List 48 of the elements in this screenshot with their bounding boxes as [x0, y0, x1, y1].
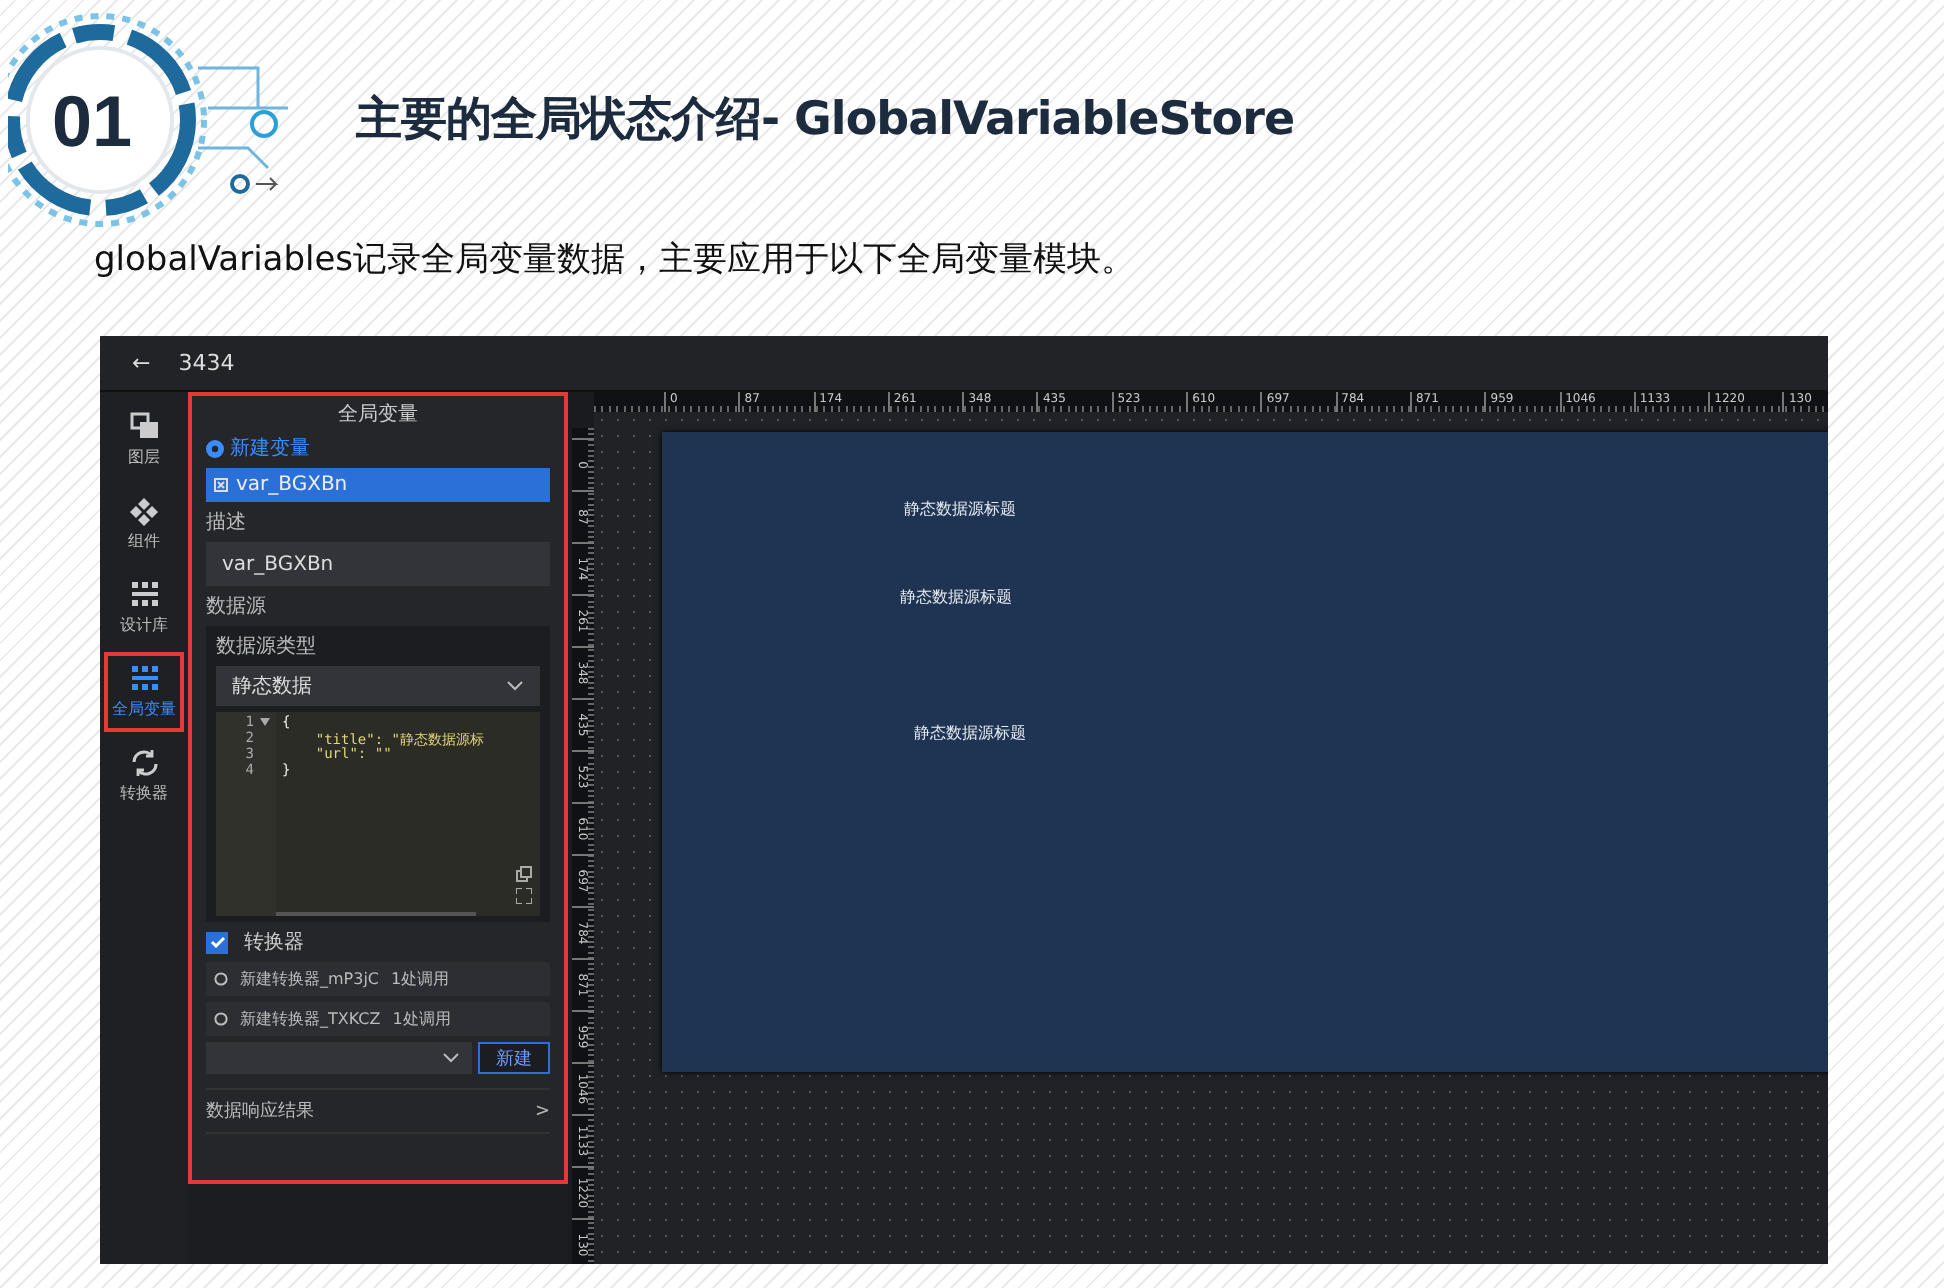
project-title: 3434 [178, 350, 235, 376]
fullscreen-icon [516, 888, 532, 904]
result-row[interactable]: 数据响应结果 > [206, 1088, 550, 1134]
section-number: 01 [52, 80, 133, 164]
converter-name: 新建转换器_TXKCZ [240, 1008, 381, 1030]
variable-icon [214, 478, 228, 492]
checkmark-icon [209, 936, 225, 948]
refresh-icon [129, 748, 159, 778]
usage-count: 1处调用 [391, 968, 450, 990]
text-element[interactable]: 静态数据源标题 [904, 498, 1016, 520]
panel-title: 全局变量 [336, 401, 420, 428]
slide-title: 主要的全局状态介绍- GlobalVariableStore [356, 91, 1295, 149]
converter-item[interactable]: 新建转换器_mP3jC 1处调用 [206, 962, 550, 996]
diamonds-icon [129, 496, 159, 526]
checkbox-label: 转换器 [244, 930, 304, 956]
plus-circle-icon [206, 439, 224, 457]
text-element[interactable]: 静态数据源标题 [900, 586, 1012, 608]
rail-item[interactable]: 转换器 [104, 736, 184, 816]
layers-icon [129, 412, 159, 442]
converter-name: 新建转换器_mP3jC [240, 968, 380, 990]
description-field[interactable]: var_BGXBn [206, 542, 550, 586]
rail-item[interactable]: 全局变量 [104, 652, 184, 732]
rail-item[interactable]: 设计库 [104, 568, 184, 648]
circle-icon [214, 972, 228, 986]
usage-count: 1处调用 [392, 1008, 451, 1030]
text-element[interactable]: 静态数据源标题 [914, 722, 1026, 744]
converter-checkbox[interactable] [206, 931, 228, 953]
slide-subtitle: globalVariables记录全局变量数据，主要应用于以下全局变量模块。 [94, 238, 1138, 282]
fold-caret-icon [260, 718, 270, 726]
row-label: 数据响应结果 [206, 1099, 314, 1124]
grid-icon [129, 580, 159, 610]
field-label: 数据源类型 [216, 633, 318, 660]
field-label: 描述 [206, 509, 248, 536]
datasource-type-select[interactable]: 静态数据 [216, 666, 540, 706]
chevron-right: > [534, 1101, 550, 1121]
new-variable-link[interactable]: 新建变量 [206, 434, 310, 462]
grid-icon [129, 664, 159, 694]
rail-item[interactable]: 图层 [104, 400, 184, 480]
section-label: 数据源 [206, 594, 268, 620]
rail-item[interactable]: 组件 [104, 484, 184, 564]
new-button[interactable]: 新建 [478, 1042, 550, 1074]
converter-item[interactable]: 新建转换器_TXKCZ 1处调用 [206, 1002, 550, 1036]
chevron-down-icon [506, 680, 524, 692]
copy-icon [516, 866, 532, 882]
circle-icon [214, 1012, 228, 1026]
variable-item[interactable]: var_BGXBn [206, 468, 550, 502]
chevron-down-icon [442, 1052, 460, 1064]
back-button[interactable]: ← [132, 350, 151, 376]
